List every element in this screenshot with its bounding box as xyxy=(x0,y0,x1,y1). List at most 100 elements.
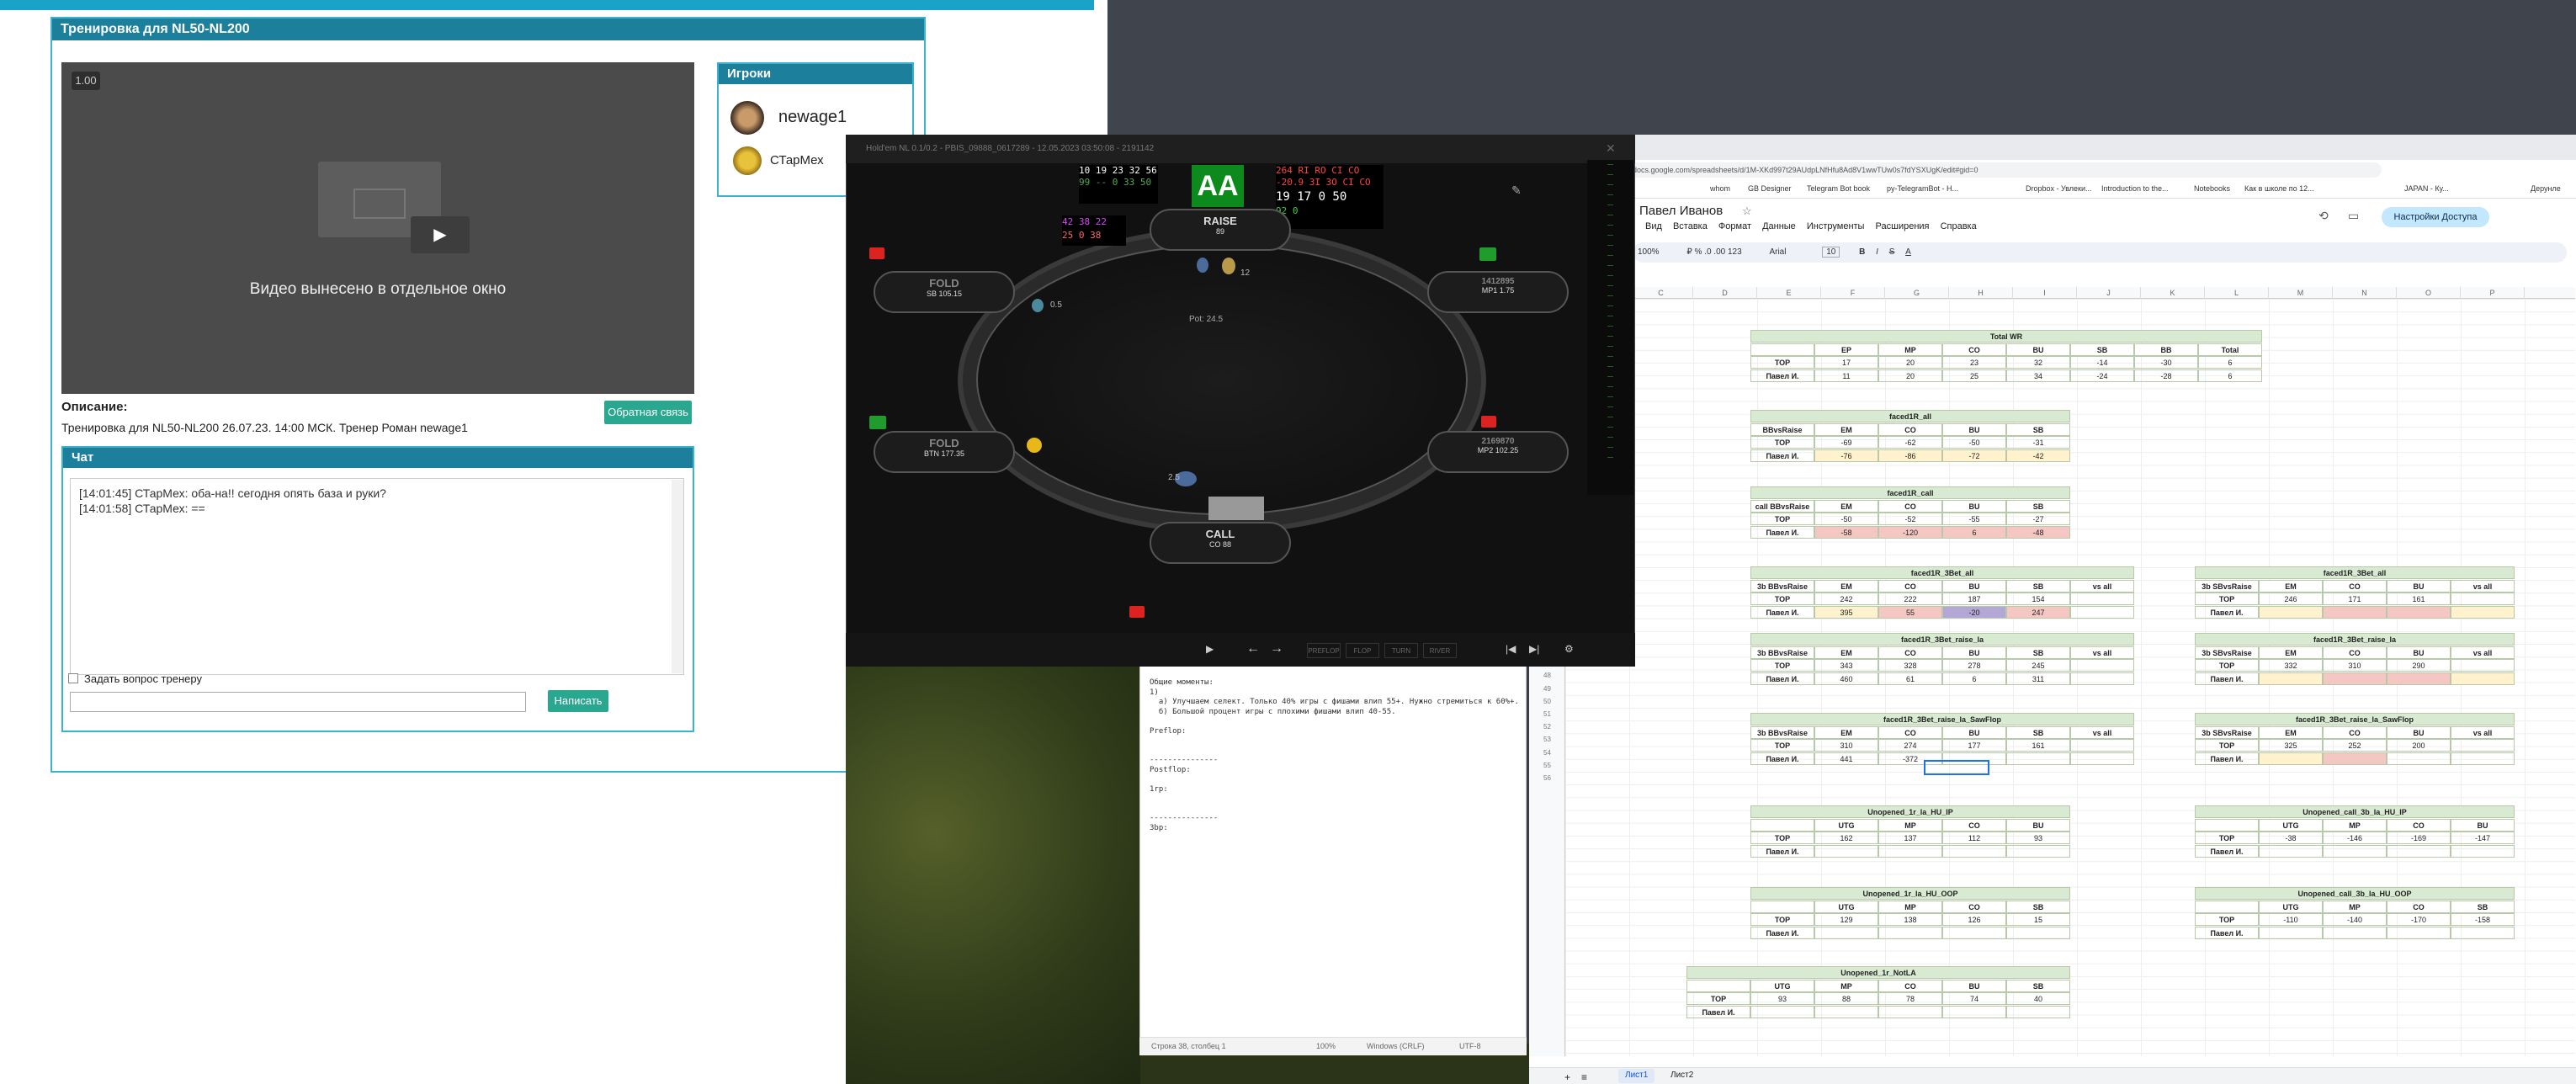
table-header-cell[interactable]: EM xyxy=(1814,579,1878,592)
column-header[interactable]: L xyxy=(2205,287,2269,299)
table-header-cell[interactable]: 3b BBvsRaise xyxy=(1750,579,1814,592)
table-header-cell[interactable]: CO xyxy=(2323,579,2387,592)
table-cell[interactable] xyxy=(1878,1005,1942,1018)
table-header-cell[interactable]: CO xyxy=(1942,818,2006,832)
table-cell[interactable] xyxy=(2259,844,2323,858)
bookmark[interactable]: whom xyxy=(1710,184,1730,193)
table-cell[interactable]: 126 xyxy=(1942,913,2006,926)
step-back-icon[interactable]: ← xyxy=(1246,640,1260,658)
table-header-cell[interactable] xyxy=(1686,979,1750,992)
table-cell[interactable]: -120 xyxy=(1878,525,1942,539)
table-cell[interactable]: Павел И. xyxy=(1750,926,1814,939)
notepad-window[interactable] xyxy=(1139,665,1527,1055)
table-header-cell[interactable]: SB xyxy=(2070,343,2134,356)
table-cell[interactable]: 55 xyxy=(1878,605,1942,619)
table-header-cell[interactable]: EM xyxy=(1814,646,1878,659)
table-cell[interactable] xyxy=(1878,844,1942,858)
table-cell[interactable]: 88 xyxy=(1814,992,1878,1005)
street-river[interactable]: RIVER xyxy=(1423,643,1457,658)
table-header-cell[interactable]: SB xyxy=(2451,900,2515,913)
table-cell[interactable] xyxy=(2070,739,2134,752)
table-cell[interactable]: 154 xyxy=(2006,592,2070,605)
table-cell[interactable] xyxy=(1942,844,2006,858)
table-header-cell[interactable]: vs all xyxy=(2451,725,2515,739)
table-header-cell[interactable]: SB xyxy=(2006,979,2070,992)
ask-trainer-checkbox[interactable] xyxy=(68,673,78,683)
table-header-cell[interactable]: BBvsRaise xyxy=(1750,422,1814,436)
player-name[interactable]: СТарМех xyxy=(770,153,824,167)
table-cell[interactable]: 11 xyxy=(1814,369,1878,382)
table-cell[interactable] xyxy=(2070,605,2134,619)
table-cell[interactable]: -52 xyxy=(1878,513,1942,525)
table-cell[interactable]: 20 xyxy=(1878,356,1942,369)
column-header[interactable]: E xyxy=(1757,287,1821,299)
star-icon[interactable]: ☆ xyxy=(1742,205,1752,218)
table-header-cell[interactable]: BU xyxy=(2387,646,2451,659)
table-header-cell[interactable]: UTG xyxy=(1814,818,1878,832)
table-cell[interactable]: 252 xyxy=(2323,739,2387,752)
chat-input[interactable] xyxy=(70,692,526,712)
table-header-cell[interactable]: SB xyxy=(2006,646,2070,659)
menu-data[interactable]: Данные xyxy=(1762,221,1796,231)
table-title[interactable]: faced1R_3Bet_raise_la xyxy=(2195,633,2515,646)
table-header-cell[interactable]: SB xyxy=(2006,579,2070,592)
table-cell[interactable] xyxy=(2323,605,2387,619)
video-speed[interactable]: 1.00 xyxy=(72,72,100,90)
table-cell[interactable] xyxy=(2070,672,2134,685)
table-header-cell[interactable]: vs all xyxy=(2451,646,2515,659)
table-cell[interactable] xyxy=(1814,1005,1878,1018)
table-header-cell[interactable]: BU xyxy=(1942,646,2006,659)
table-header-cell[interactable]: SB xyxy=(2006,900,2070,913)
table-header-cell[interactable]: CO xyxy=(1942,343,2006,356)
table-cell[interactable] xyxy=(2006,926,2070,939)
table-cell[interactable]: TOP xyxy=(1750,832,1814,844)
table-cell[interactable] xyxy=(2387,752,2451,765)
table-cell[interactable]: 441 xyxy=(1814,752,1878,765)
table-cell[interactable]: 40 xyxy=(2006,992,2070,1005)
bookmark[interactable]: Notebooks xyxy=(2194,184,2230,193)
table-cell[interactable]: -170 xyxy=(2387,913,2451,926)
table-cell[interactable] xyxy=(1942,1005,2006,1018)
table-header-cell[interactable]: vs all xyxy=(2070,646,2134,659)
table-cell[interactable]: 32 xyxy=(2006,356,2070,369)
table-cell[interactable]: -86 xyxy=(1878,449,1942,462)
table-cell[interactable]: -30 xyxy=(2134,356,2198,369)
table-header-cell[interactable]: MP xyxy=(1814,979,1878,992)
table-header-cell[interactable]: vs all xyxy=(2070,579,2134,592)
table-cell[interactable]: Павел И. xyxy=(2195,844,2259,858)
table-cell[interactable]: -62 xyxy=(1878,436,1942,449)
table-cell[interactable]: TOP xyxy=(1686,992,1750,1005)
menu-insert[interactable]: Вставка xyxy=(1673,221,1708,231)
table-cell[interactable]: TOP xyxy=(1750,513,1814,525)
table-cell[interactable]: 112 xyxy=(1942,832,2006,844)
row-number[interactable]: 54 xyxy=(1529,747,1565,759)
table-cell[interactable]: TOP xyxy=(1750,913,1814,926)
row-number[interactable]: 53 xyxy=(1529,733,1565,746)
selected-cell[interactable] xyxy=(1924,760,1989,775)
table-cell[interactable]: -158 xyxy=(2451,913,2515,926)
table-cell[interactable]: 311 xyxy=(2006,672,2070,685)
text-color-icon[interactable]: A xyxy=(1905,247,1911,257)
bookmark[interactable]: GB Designer xyxy=(1748,184,1792,193)
table-cell[interactable] xyxy=(2006,752,2070,765)
table-cell[interactable]: 23 xyxy=(1942,356,2006,369)
table-cell[interactable]: Павел И. xyxy=(1750,752,1814,765)
table-cell[interactable]: -110 xyxy=(2259,913,2323,926)
table-cell[interactable] xyxy=(2323,672,2387,685)
table-header-cell[interactable]: 3b BBvsRaise xyxy=(1750,725,1814,739)
bookmark[interactable]: py-TelegramBot - Н... xyxy=(1887,184,1958,193)
table-cell[interactable]: -72 xyxy=(1942,449,2006,462)
column-header[interactable]: J xyxy=(2077,287,2141,299)
table-header-cell[interactable]: CO xyxy=(1942,900,2006,913)
table-cell[interactable]: 74 xyxy=(1942,992,2006,1005)
table-header-cell[interactable]: CO xyxy=(1878,979,1942,992)
table-cell[interactable]: Павел И. xyxy=(1750,672,1814,685)
table-cell[interactable]: -55 xyxy=(1942,513,2006,525)
menu-view[interactable]: Вид xyxy=(1645,221,1662,231)
strikethrough-icon[interactable]: S xyxy=(1889,247,1895,257)
table-cell[interactable]: -20 xyxy=(1942,605,2006,619)
table-cell[interactable] xyxy=(2451,926,2515,939)
street-flop[interactable]: FLOP xyxy=(1346,643,1379,658)
table-cell[interactable] xyxy=(2006,844,2070,858)
table-title[interactable]: Unopened_1r_NotLA xyxy=(1686,966,2070,979)
